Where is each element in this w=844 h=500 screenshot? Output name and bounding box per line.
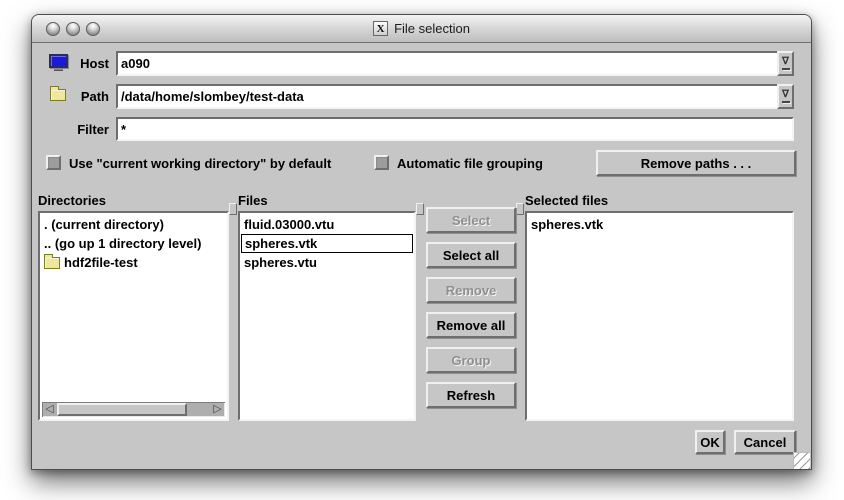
splitter-handle[interactable] — [516, 203, 524, 215]
combo-down-icon: ∇ — [782, 90, 789, 99]
files-label: Files — [238, 193, 268, 208]
directory-item[interactable]: .. (go up 1 directory level) — [41, 234, 226, 253]
ok-button[interactable]: OK — [695, 430, 725, 454]
path-label: Path — [32, 89, 109, 104]
select-button: Select — [426, 207, 516, 233]
file-item-selected[interactable]: spheres.vtk — [241, 234, 413, 253]
directories-list[interactable]: . (current directory) .. (go up 1 direct… — [38, 211, 229, 421]
group-button: Group — [426, 347, 516, 373]
path-field-wrap: ∇ — [116, 84, 794, 109]
folder-icon — [44, 257, 60, 269]
selected-files-label: Selected files — [525, 193, 608, 208]
file-item[interactable]: spheres.vtu — [241, 253, 413, 272]
file-selection-window: X File selection Host ∇ Path ∇ Filter — [31, 14, 812, 470]
file-grouping-label: Automatic file grouping — [397, 156, 543, 171]
cwd-checkbox-label: Use "current working directory" by defau… — [69, 156, 331, 171]
host-combo-button[interactable]: ∇ — [777, 51, 794, 76]
x11-icon: X — [373, 21, 388, 36]
path-combo-button[interactable]: ∇ — [777, 84, 794, 109]
directory-item[interactable]: hdf2file-test — [41, 253, 226, 272]
remove-button: Remove — [426, 277, 516, 303]
remove-all-button[interactable]: Remove all — [426, 312, 516, 338]
selected-file-item[interactable]: spheres.vtk — [528, 215, 791, 234]
filter-label: Filter — [32, 122, 109, 137]
scrollbar-thumb[interactable] — [57, 403, 187, 416]
scroll-left-icon[interactable]: ◁ — [42, 402, 57, 417]
host-input[interactable] — [118, 53, 775, 74]
titlebar[interactable]: X File selection — [32, 15, 811, 43]
select-all-button[interactable]: Select all — [426, 242, 516, 268]
window-title: File selection — [394, 21, 470, 36]
splitter-handle[interactable] — [229, 203, 237, 215]
directory-item[interactable]: . (current directory) — [41, 215, 226, 234]
directories-horizontal-scrollbar[interactable]: ◁ ▷ — [42, 402, 225, 417]
host-field-wrap: ∇ — [116, 51, 794, 76]
host-label: Host — [32, 56, 109, 71]
scroll-right-icon[interactable]: ▷ — [210, 402, 225, 417]
directories-label: Directories — [38, 193, 106, 208]
combo-down-icon: ∇ — [782, 57, 789, 66]
remove-paths-button[interactable]: Remove paths . . . — [596, 150, 796, 176]
splitter-handle[interactable] — [416, 203, 424, 215]
minimize-button[interactable] — [66, 22, 80, 36]
close-button[interactable] — [46, 22, 60, 36]
files-list[interactable]: fluid.03000.vtu spheres.vtk spheres.vtu — [238, 211, 416, 421]
path-input[interactable] — [118, 86, 775, 107]
cwd-checkbox[interactable] — [46, 155, 61, 170]
filter-input[interactable] — [118, 119, 792, 139]
traffic-lights — [46, 22, 100, 36]
cancel-button[interactable]: Cancel — [734, 430, 796, 454]
refresh-button[interactable]: Refresh — [426, 382, 516, 408]
file-grouping-checkbox[interactable] — [374, 155, 389, 170]
file-item[interactable]: fluid.03000.vtu — [241, 215, 413, 234]
zoom-button[interactable] — [86, 22, 100, 36]
filter-field-wrap — [116, 117, 794, 141]
selected-files-list[interactable]: spheres.vtk — [525, 211, 794, 421]
resize-grip[interactable] — [793, 452, 810, 469]
